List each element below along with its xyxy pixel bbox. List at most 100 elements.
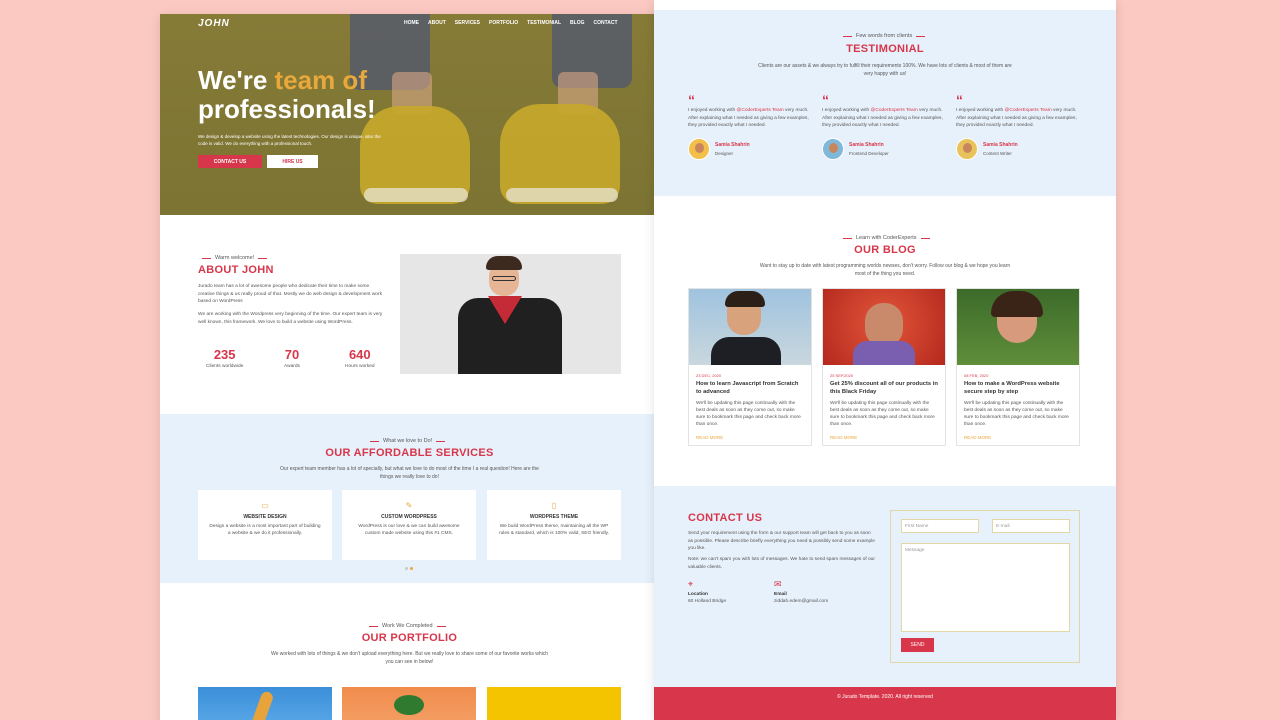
hero-title-accent: team of xyxy=(274,65,367,95)
testimonial-name: Samia Shahrin xyxy=(849,141,884,148)
portfolio-item[interactable] xyxy=(487,687,621,720)
testimonial-eyebrow: Few words from clients xyxy=(843,33,925,39)
portfolio-thumb-shape xyxy=(249,690,275,720)
service-card-website-design[interactable]: ▭ WEBSITE DESIGN Design a website is a m… xyxy=(198,490,332,560)
testimonial-card: “ I enjoyed working with @CoderExperts T… xyxy=(956,92,1080,160)
service-card-text: WordPress is our love & we can build awe… xyxy=(358,524,460,536)
stat-label: Awards xyxy=(284,364,300,369)
carousel-dots xyxy=(405,567,413,570)
blog-image-hair xyxy=(725,291,765,307)
blog-post-title[interactable]: How to make a WordPress website secure s… xyxy=(964,381,1072,396)
about-photo-hair xyxy=(486,256,522,270)
contact-location: ⌖ Location 60 Holland Bridge xyxy=(688,579,726,605)
portfolio-title: OUR PORTFOLIO xyxy=(361,632,458,644)
avatar xyxy=(822,137,844,160)
hero-title: We're team of professionals! xyxy=(198,66,458,124)
main-nav: HOME ABOUT SERVICES PORTFOLIO TESTIMONIA… xyxy=(404,20,618,26)
hero-description: We design & develop a website using the … xyxy=(198,134,381,146)
testimonial-highlight: @CoderExperts Team xyxy=(870,108,918,113)
about-eyebrow: Warm welcome! xyxy=(202,255,267,261)
blog-excerpt: We'll be updating this page continually … xyxy=(964,401,1069,427)
about-paragraph-2: We are working with the Wordpress very b… xyxy=(198,312,383,325)
blog-card[interactable]: 25 SEP,2020 Get 25% discount all of our … xyxy=(822,288,946,446)
page-preview-right: Few words from clients TESTIMONIAL Clien… xyxy=(654,0,1116,720)
carousel-dot[interactable] xyxy=(405,567,408,570)
portfolio-section: Work We Completed OUR PORTFOLIO We worke… xyxy=(160,583,659,720)
nav-blog[interactable]: BLOG xyxy=(570,20,584,26)
hero-photo-sole-right xyxy=(506,188,618,202)
services-section: What we love to Do! OUR AFFORDABLE SERVI… xyxy=(160,414,659,583)
testimonial-text-part: I enjoyed working with xyxy=(688,108,737,113)
contact-paragraph-1: Send your requirement using the form & o… xyxy=(688,531,875,551)
send-button[interactable]: SEND xyxy=(901,638,934,652)
email-field[interactable]: E-mail xyxy=(992,519,1070,533)
contact-us-button[interactable]: CONTACT US xyxy=(198,155,262,168)
mobile-icon: ▯ xyxy=(551,501,557,510)
hero-section: JOHN HOME ABOUT SERVICES PORTFOLIO TESTI… xyxy=(160,14,659,215)
blog-card[interactable]: 23 DEC, 2020 How to learn Javascript fro… xyxy=(688,288,812,446)
blog-subtitle: Want to stay up to date with latest prog… xyxy=(759,263,1011,277)
portfolio-eyebrow: Work We Completed xyxy=(369,623,446,629)
blog-post-title[interactable]: Get 25% discount all of our products in … xyxy=(830,381,938,396)
service-card-custom-wordpress[interactable]: ✎ CUSTOM WORDPRESS WordPress is our love… xyxy=(342,490,476,560)
contact-paragraph-2: Note: we can't spam you with lots of mes… xyxy=(688,557,875,570)
read-more-link[interactable]: READ MORE xyxy=(830,435,938,440)
stat-number: 640 xyxy=(348,347,371,362)
contact-email: ✉ Email ziddah.edem@gmail.com xyxy=(774,580,828,605)
blog-image-hair xyxy=(991,291,1043,317)
blog-image xyxy=(689,289,811,365)
nav-testimonial[interactable]: TESTIMONIAL xyxy=(527,20,561,26)
blog-post-title[interactable]: How to learn Javascript from Scratch to … xyxy=(696,381,804,396)
service-card-wordpress-theme[interactable]: ▯ WORDPRES THEME We build WordPress them… xyxy=(487,490,621,560)
site-logo[interactable]: JOHN xyxy=(198,18,230,29)
testimonial-highlight: @CoderExperts Team xyxy=(1004,108,1052,113)
testimonial-text: I enjoyed working with @CoderExperts Tea… xyxy=(956,107,1080,130)
message-field[interactable]: Message xyxy=(901,543,1070,632)
quote-icon: “ xyxy=(956,92,963,108)
testimonial-card: “ I enjoyed working with @CoderExperts T… xyxy=(822,93,946,160)
testimonial-text: I enjoyed working with @CoderExperts Tea… xyxy=(822,107,946,130)
nav-portfolio[interactable]: PORTFOLIO xyxy=(489,20,518,26)
first-name-field[interactable]: First Name xyxy=(901,519,979,533)
nav-about[interactable]: ABOUT xyxy=(428,20,446,26)
carousel-dot-active[interactable] xyxy=(410,567,413,570)
testimonial-text: I enjoyed working with @CoderExperts Tea… xyxy=(688,107,812,130)
testimonial-section: Few words from clients TESTIMONIAL Clien… xyxy=(654,10,1116,196)
about-section: Warm welcome! ABOUT JOHN Jurado team has… xyxy=(160,215,659,414)
blog-excerpt: We'll be updating this page continually … xyxy=(830,401,935,427)
portfolio-item[interactable] xyxy=(342,687,476,720)
services-subtitle: Our expert team member has a lot of spec… xyxy=(280,466,539,480)
testimonial-text-part: I enjoyed working with xyxy=(956,108,1005,113)
stat-label: Clients worldwide xyxy=(206,364,244,369)
hire-us-button[interactable]: HIRE US xyxy=(267,155,318,168)
stat-awards: 70 Awards xyxy=(284,347,300,369)
map-icon: ⌖ xyxy=(688,579,694,589)
services-title: OUR AFFORDABLE SERVICES xyxy=(325,447,494,459)
portfolio-item[interactable] xyxy=(198,687,332,720)
testimonial-title: TESTIMONIAL xyxy=(846,43,924,55)
testimonial-subtitle: Clients are our assets & we always try t… xyxy=(758,63,1012,77)
read-more-link[interactable]: READ MORE xyxy=(964,435,1072,440)
stat-number: 235 xyxy=(213,347,236,362)
testimonial-text-part: I enjoyed working with xyxy=(822,108,871,113)
nav-home[interactable]: HOME xyxy=(404,20,419,26)
testimonial-name: Samia Shahrin xyxy=(983,141,1018,148)
hero-photo-sole-left xyxy=(364,188,468,202)
about-photo xyxy=(400,254,621,374)
page-preview-left: JOHN HOME ABOUT SERVICES PORTFOLIO TESTI… xyxy=(160,14,659,720)
service-card-title: WEBSITE DESIGN xyxy=(243,514,287,520)
pencil-icon: ✎ xyxy=(405,501,413,510)
contact-email-value[interactable]: ziddah.edem@gmail.com xyxy=(774,599,828,604)
blog-title: OUR BLOG xyxy=(854,244,916,256)
testimonial-person: Samia Shahrin Designer xyxy=(688,137,812,160)
testimonial-highlight: @CoderExperts Team xyxy=(736,108,784,113)
footer-copyright: © Jurado Template. 2020. All right reser… xyxy=(837,694,933,700)
nav-services[interactable]: SERVICES xyxy=(455,20,480,26)
nav-contact[interactable]: CONTACT xyxy=(594,20,618,26)
stat-clients: 235 Clients worldwide xyxy=(206,347,243,369)
service-card-text: We build WordPress theme, maintaining al… xyxy=(498,524,610,536)
about-paragraph-1: Jurado team has a lot of awesome people … xyxy=(198,284,382,304)
blog-card[interactable]: 08 FEB, 2020 How to make a WordPress web… xyxy=(956,288,1080,446)
read-more-link[interactable]: READ MORE xyxy=(696,435,804,440)
avatar xyxy=(688,137,710,160)
